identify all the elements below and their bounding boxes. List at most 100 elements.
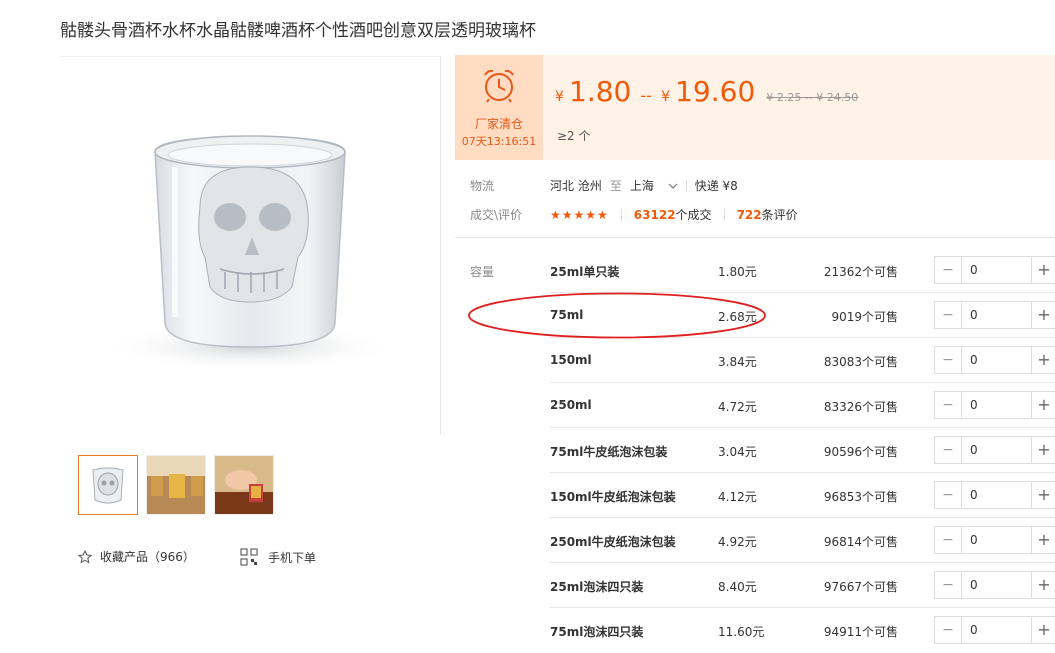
quantity-input[interactable]: 0	[962, 302, 1030, 328]
reviews-count: 722	[736, 208, 762, 222]
quantity-stepper: − 0 +	[934, 346, 1055, 374]
thumbnail-2[interactable]	[146, 455, 206, 515]
minus-button[interactable]: −	[935, 527, 962, 553]
variant-name: 75ml泡沫四只装	[550, 625, 644, 639]
price-panel: 厂家清仓 07天13:16:51 ¥ 1.80 -- ¥ 19.60 ¥ 2.2…	[455, 55, 1055, 160]
variant-row: 75ml牛皮纸泡沫包装 3.04元 90596个可售 − 0 +	[550, 428, 1055, 473]
minus-button[interactable]: −	[935, 347, 962, 373]
reviews-unit: 条评价	[761, 208, 798, 222]
minus-button[interactable]: −	[935, 482, 962, 508]
variant-stock: 21362个可售	[823, 265, 898, 279]
quantity-stepper: − 0 +	[934, 481, 1055, 509]
price-low: 1.80	[569, 75, 632, 108]
variant-stock: 97667个可售	[823, 580, 898, 594]
variant-row: 150ml 3.84元 83083个可售 − 0 +	[550, 338, 1055, 383]
quantity-input[interactable]: 0	[962, 482, 1030, 508]
mobile-order-button[interactable]: 手机下单	[240, 548, 316, 566]
deals-unit: 个成交	[675, 208, 712, 222]
quantity-input[interactable]: 0	[962, 527, 1030, 553]
variant-row: 75ml泡沫四只装 11.60元 94911个可售 − 0 +	[550, 608, 1055, 653]
quantity-stepper: − 0 +	[934, 526, 1055, 554]
minus-button[interactable]: −	[935, 302, 962, 328]
variant-name: 250ml	[550, 398, 592, 412]
section-divider	[455, 237, 1055, 238]
quantity-stepper: − 0 +	[934, 301, 1055, 329]
main-product-image[interactable]	[60, 56, 441, 435]
quantity-input[interactable]: 0	[962, 437, 1030, 463]
variant-name: 75ml	[550, 308, 584, 322]
original-price: ¥ 2.25 -- ¥ 24.50	[766, 91, 859, 104]
price-range: ¥ 1.80 -- ¥ 19.60 ¥ 2.25 -- ¥ 24.50	[555, 75, 858, 108]
ship-to-word: 至	[609, 179, 622, 193]
minus-button[interactable]: −	[935, 572, 962, 598]
variant-price: 3.84元	[718, 355, 757, 369]
minus-button[interactable]: −	[935, 437, 962, 463]
variant-name: 150ml	[550, 353, 592, 367]
plus-button[interactable]: +	[1031, 347, 1055, 373]
quantity-stepper: − 0 +	[934, 256, 1055, 284]
deals-count: 63122	[633, 208, 676, 222]
shipping-label: 物流	[470, 179, 495, 193]
divider	[685, 179, 687, 192]
star-rating: ★★★★★	[550, 207, 609, 222]
variant-row: 75ml 2.68元 9019个可售 − 0 +	[550, 293, 1055, 338]
plus-button[interactable]: +	[1031, 302, 1055, 328]
capacity-label: 容量	[470, 265, 495, 279]
plus-button[interactable]: +	[1031, 527, 1055, 553]
skull-glass-thumb-icon	[92, 467, 124, 504]
skull-glass-hand-thumb-icon	[215, 456, 273, 514]
plus-button[interactable]: +	[1031, 617, 1055, 643]
variant-stock: 83083个可售	[823, 355, 898, 369]
plus-button[interactable]: +	[1031, 437, 1055, 463]
chevron-down-icon	[668, 183, 678, 189]
mobile-order-label: 手机下单	[268, 550, 317, 565]
variant-name: 75ml牛皮纸泡沫包装	[550, 445, 668, 459]
promo-badge: 厂家清仓 07天13:16:51	[455, 55, 543, 160]
minus-button[interactable]: −	[935, 617, 962, 643]
variant-stock: 96853个可售	[823, 490, 898, 504]
plus-button[interactable]: +	[1031, 572, 1055, 598]
variant-price: 1.80元	[718, 265, 757, 279]
variant-row: 250ml 4.72元 83326个可售 − 0 +	[550, 383, 1055, 428]
variant-stock: 9019个可售	[831, 310, 898, 324]
variant-price: 4.72元	[718, 400, 757, 414]
favorite-button[interactable]: 收藏产品（966）	[78, 548, 195, 565]
variant-price: 11.60元	[718, 625, 765, 639]
variant-price: 4.92元	[718, 535, 757, 549]
variant-price: 2.68元	[718, 310, 757, 324]
deals-link[interactable]: 63122个成交	[634, 206, 712, 223]
variant-stock: 94911个可售	[823, 625, 898, 639]
reviews-link[interactable]: 722条评价	[737, 206, 798, 223]
variant-price: 8.40元	[718, 580, 757, 594]
plus-button[interactable]: +	[1031, 392, 1055, 418]
minus-button[interactable]: −	[935, 392, 962, 418]
quantity-input[interactable]: 0	[962, 347, 1030, 373]
currency-symbol-low: ¥	[555, 89, 564, 105]
variant-stock: 96814个可售	[823, 535, 898, 549]
ship-to-select[interactable]: 上海	[630, 177, 678, 194]
thumbnail-3[interactable]	[214, 455, 274, 515]
quantity-input[interactable]: 0	[962, 572, 1030, 598]
plus-button[interactable]: +	[1031, 257, 1055, 283]
product-title: 骷髅头骨酒杯水杯水晶骷髅啤酒杯个性酒吧创意双层透明玻璃杯	[60, 21, 536, 41]
variant-name: 250ml牛皮纸泡沫包装	[550, 535, 676, 549]
rating-row: 成交\评价 ★★★★★ 63122个成交 722条评价	[470, 206, 798, 223]
variant-name: 25ml单只装	[550, 265, 620, 279]
variant-row: 150ml牛皮纸泡沫包装 4.12元 96853个可售 − 0 +	[550, 473, 1055, 518]
divider	[620, 208, 622, 221]
thumbnail-1[interactable]	[78, 455, 138, 515]
plus-button[interactable]: +	[1031, 482, 1055, 508]
divider	[723, 208, 725, 221]
promo-countdown: 07天13:16:51	[461, 135, 537, 148]
quantity-input[interactable]: 0	[962, 392, 1030, 418]
shipping-row: 物流 河北 沧州 至 上海 快递 ¥8	[470, 177, 738, 194]
minus-button[interactable]: −	[935, 257, 962, 283]
currency-symbol-high: ¥	[661, 89, 671, 105]
skull-glass-beer-thumb-icon	[147, 456, 205, 514]
quantity-input[interactable]: 0	[962, 617, 1030, 643]
star-outline-icon	[78, 549, 92, 564]
variant-row: 25ml泡沫四只装 8.40元 97667个可售 − 0 +	[550, 563, 1055, 608]
express-fee: 快递 ¥8	[694, 179, 738, 193]
quantity-input[interactable]: 0	[962, 257, 1030, 283]
variant-name: 25ml泡沫四只装	[550, 580, 644, 594]
